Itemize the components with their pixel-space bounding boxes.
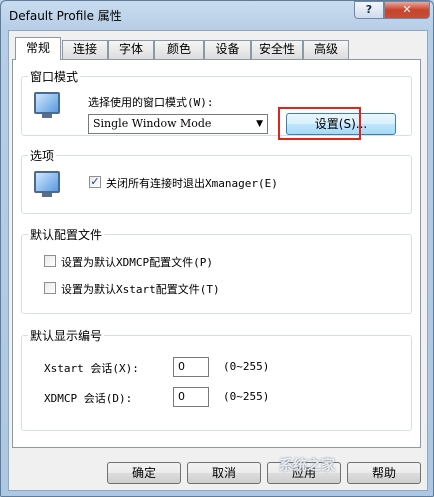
title-bar[interactable]: Default Profile 属性 ? ✕ — [1, 1, 433, 29]
highlight-box — [278, 107, 361, 140]
tab-connection[interactable]: 连接 — [62, 40, 108, 59]
tab-security[interactable]: 安全性 — [251, 40, 303, 59]
window-mode-group: 窗口模式 选择使用的窗口模式(W): Single Window Mode ▼ … — [21, 68, 412, 140]
default-config-title: 默认配置文件 — [28, 226, 105, 243]
xstart-session-label: Xstart 会话(X): — [44, 362, 139, 375]
help-footer-button[interactable]: 帮助 — [347, 462, 421, 484]
exit-on-close-checkbox[interactable]: ✓ — [89, 176, 101, 188]
xstart-default-checkbox[interactable] — [44, 282, 56, 294]
window-mode-title: 窗口模式 — [28, 68, 81, 85]
options-title: 选项 — [28, 147, 57, 164]
general-tab-panel: 窗口模式 选择使用的窗口模式(W): Single Window Mode ▼ … — [12, 59, 421, 448]
xstart-session-input[interactable]: 0 — [173, 357, 209, 377]
xdmcp-session-input[interactable]: 0 — [173, 387, 209, 407]
tab-font[interactable]: 字体 — [108, 40, 154, 59]
properties-dialog: Default Profile 属性 ? ✕ 常规 连接 字体 颜色 设备 安全… — [0, 0, 434, 497]
watermark-logo: 系统之家 — [279, 458, 335, 474]
tab-color[interactable]: 颜色 — [154, 40, 204, 59]
default-config-group: 默认配置文件 设置为默认XDMCP配置文件(P) 设置为默认Xstart配置文件… — [21, 226, 412, 314]
chevron-down-icon: ▼ — [256, 119, 263, 129]
xstart-range-label: (0~255) — [223, 360, 270, 373]
close-button[interactable]: ✕ — [384, 1, 430, 19]
dialog-client-area: 常规 连接 字体 颜色 设备 安全性 高级 窗口模式 选择使用的窗口模式(W):… — [8, 30, 428, 491]
options-group: 选项 ✓ 关闭所有连接时退出Xmanager(E) — [21, 147, 412, 214]
window-mode-select[interactable]: Single Window Mode ▼ — [88, 114, 268, 134]
display-number-group: 默认显示编号 Xstart 会话(X): 0 (0~255) XDMCP 会话(… — [21, 327, 412, 431]
tab-device[interactable]: 设备 — [204, 40, 251, 59]
monitor-gear-icon — [34, 171, 60, 197]
window-mode-selected: Single Window Mode — [93, 117, 212, 130]
xdmcp-default-label: 设置为默认XDMCP配置文件(P) — [61, 256, 213, 269]
exit-on-close-label: 关闭所有连接时退出Xmanager(E) — [106, 177, 278, 190]
ok-button[interactable]: 确定 — [107, 462, 181, 484]
help-button[interactable]: ? — [354, 1, 384, 19]
tab-advanced[interactable]: 高级 — [303, 40, 349, 59]
window-mode-prompt: 选择使用的窗口模式(W): — [88, 96, 214, 109]
tab-general[interactable]: 常规 — [15, 37, 61, 60]
window-title: Default Profile 属性 — [9, 9, 122, 23]
xdmcp-session-label: XDMCP 会话(D): — [44, 392, 133, 405]
monitor-icon — [34, 92, 60, 118]
cancel-button[interactable]: 取消 — [187, 462, 261, 484]
xstart-default-label: 设置为默认Xstart配置文件(T) — [61, 283, 220, 296]
xdmcp-default-checkbox[interactable] — [44, 255, 56, 267]
display-number-title: 默认显示编号 — [28, 327, 105, 344]
xdmcp-range-label: (0~255) — [223, 390, 270, 403]
